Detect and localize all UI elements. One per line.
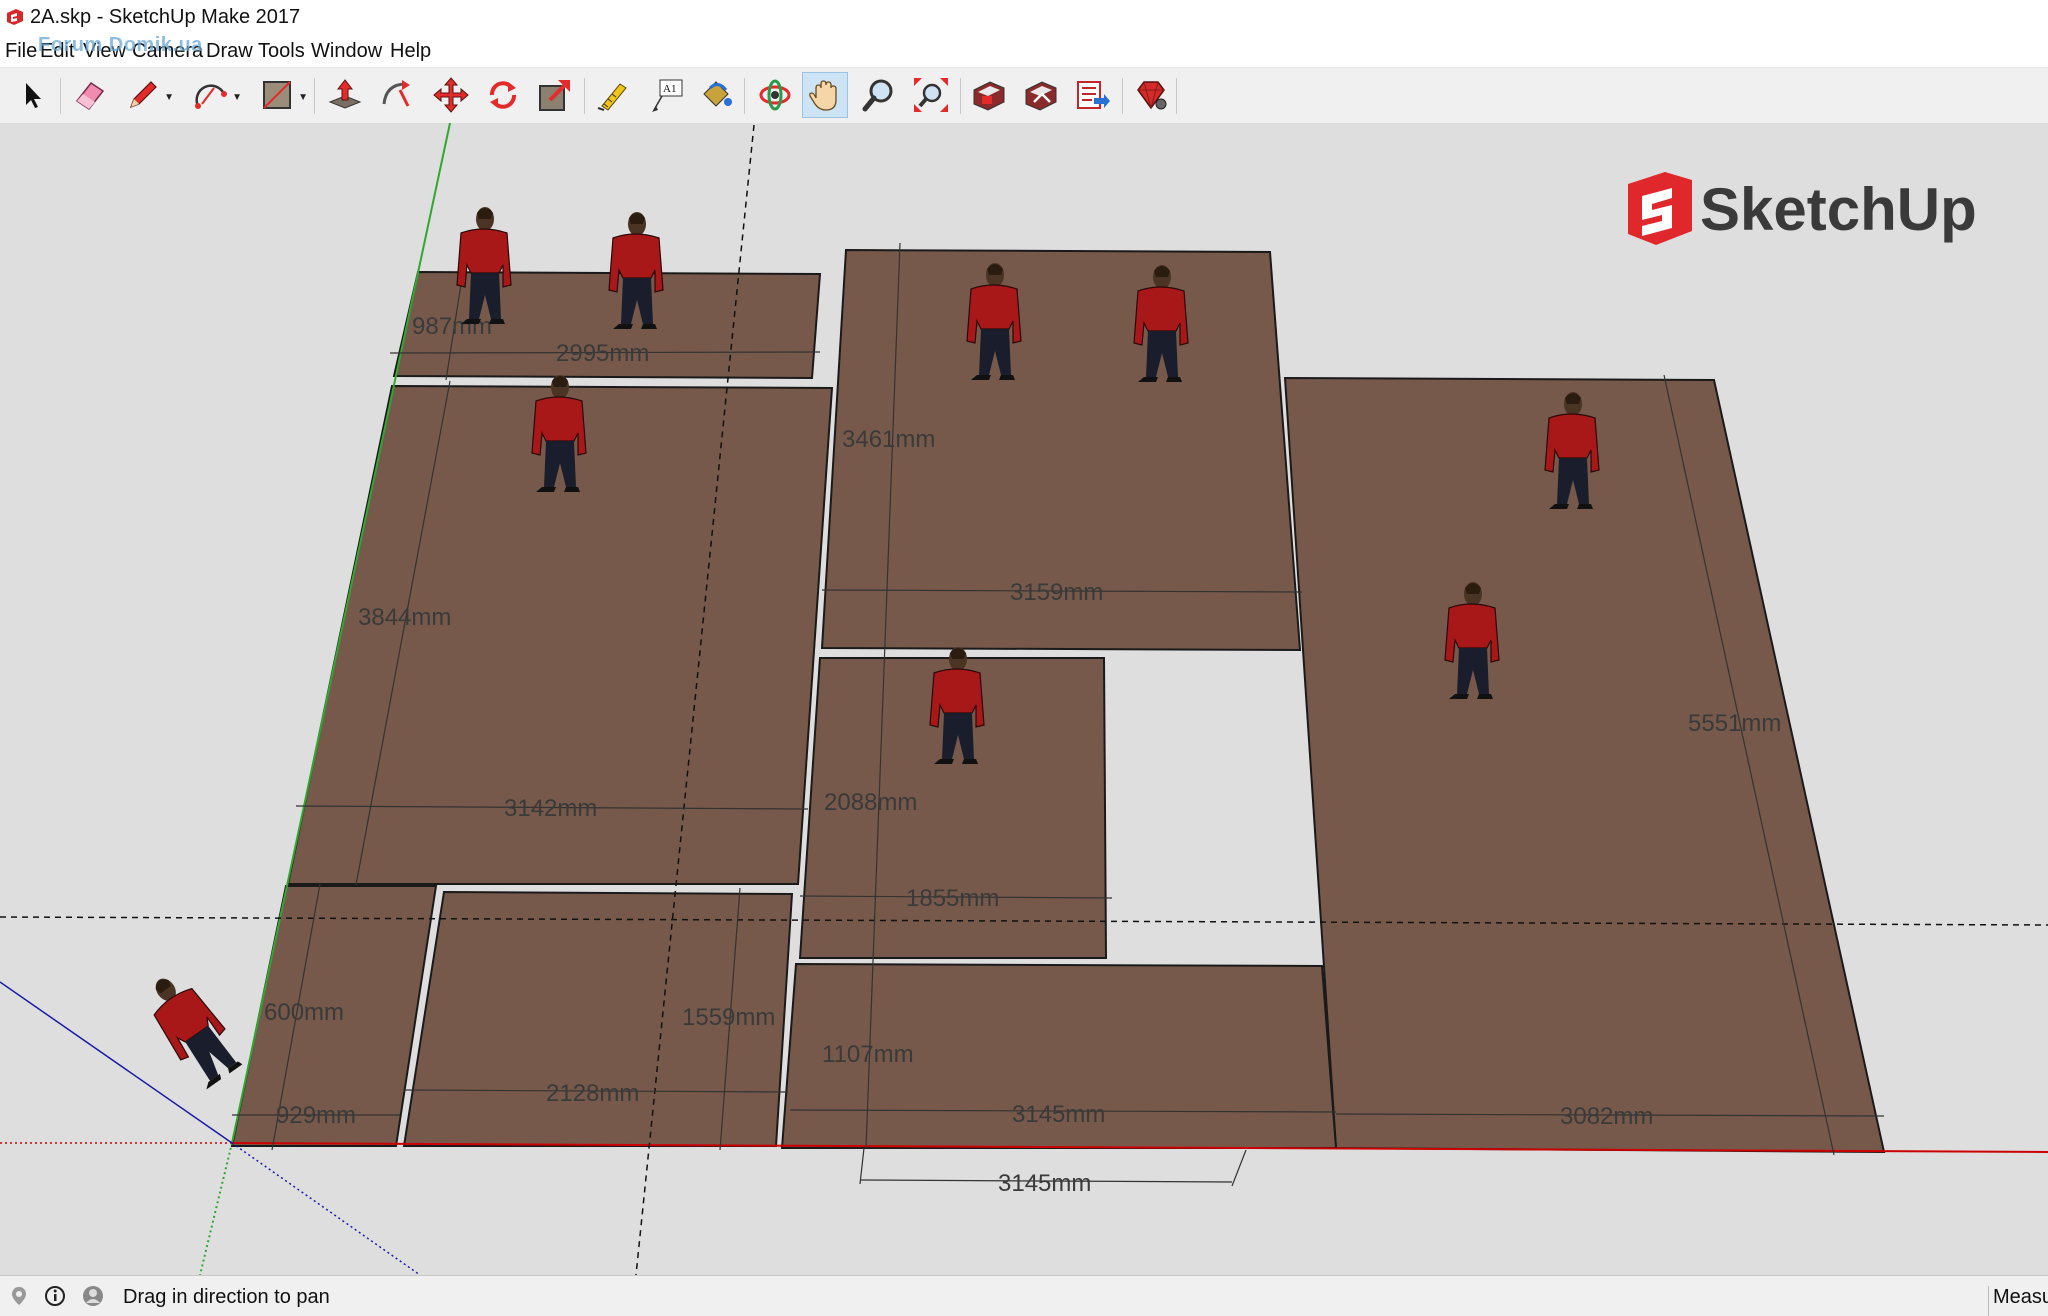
arc-tool-button[interactable]: ▼ bbox=[188, 72, 242, 118]
move-tool-button[interactable] bbox=[428, 72, 474, 118]
arc-dropdown-icon[interactable]: ▼ bbox=[232, 92, 242, 103]
measurements-box-label[interactable]: Measu bbox=[1988, 1286, 2048, 1316]
dimension-label-3844: 3844mm bbox=[358, 604, 451, 631]
pencil-icon bbox=[129, 81, 157, 109]
follow-me-icon bbox=[382, 80, 410, 107]
follow-me-tool-button[interactable] bbox=[374, 72, 420, 118]
menu-window[interactable]: Window bbox=[311, 40, 382, 63]
credits-info-icon[interactable] bbox=[44, 1285, 66, 1307]
scale-icon bbox=[539, 80, 570, 111]
layout-send-icon bbox=[1077, 81, 1110, 109]
send-to-layout-button[interactable] bbox=[1070, 72, 1116, 118]
move-icon bbox=[433, 77, 469, 113]
rectangle-dropdown-icon[interactable]: ▼ bbox=[298, 92, 308, 103]
arc-icon bbox=[195, 84, 227, 109]
scale-tool-button[interactable] bbox=[532, 72, 578, 118]
menu-tools[interactable]: Tools bbox=[258, 40, 305, 63]
user-account-icon[interactable] bbox=[82, 1285, 104, 1307]
3d-warehouse-button[interactable] bbox=[966, 72, 1012, 118]
model-scene: 987mm 2995mm 3461mm 3844mm 3159mm 3142mm… bbox=[0, 123, 2048, 1275]
ruby-gem-icon bbox=[1137, 81, 1167, 110]
dimension-label-2128: 2128mm bbox=[546, 1080, 639, 1107]
blue-axis-negative bbox=[231, 1142, 421, 1275]
geolocation-icon[interactable] bbox=[8, 1285, 30, 1307]
menu-file[interactable]: File bbox=[5, 40, 37, 63]
pencil-tool-button[interactable]: ▼ bbox=[120, 72, 174, 118]
share-model-icon bbox=[1025, 81, 1057, 111]
menu-bar: File Edit View Camera Draw Tools Window … bbox=[0, 37, 2048, 67]
push-pull-tool-button[interactable] bbox=[322, 72, 368, 118]
title-bar: 2A.skp - SketchUp Make 2017 bbox=[0, 0, 2048, 37]
magnifier-icon bbox=[862, 79, 893, 112]
pencil-dropdown-icon[interactable]: ▼ bbox=[164, 92, 174, 103]
dimension-label-3142: 3142mm bbox=[504, 795, 597, 822]
orbit-icon bbox=[759, 79, 791, 111]
status-hint-text: Drag in direction to pan bbox=[123, 1286, 330, 1308]
eraser-icon bbox=[75, 81, 105, 111]
dimension-label-3461: 3461mm bbox=[842, 426, 935, 453]
svg-text:A1: A1 bbox=[663, 83, 676, 95]
extension-warehouse-button[interactable] bbox=[1128, 72, 1174, 118]
push-pull-icon bbox=[328, 79, 362, 109]
person-figure bbox=[135, 964, 248, 1093]
eraser-tool-button[interactable] bbox=[66, 72, 112, 118]
hand-pan-icon bbox=[809, 80, 837, 111]
dimension-label-600: 600mm bbox=[264, 999, 344, 1026]
tape-measure-tool-button[interactable] bbox=[590, 72, 636, 118]
zoom-extents-tool-button[interactable] bbox=[908, 72, 954, 118]
rotate-tool-button[interactable] bbox=[480, 72, 526, 118]
dimension-label-3145-upper: 3145mm bbox=[1012, 1101, 1105, 1128]
rectangle-tool-button[interactable]: ▼ bbox=[254, 72, 308, 118]
dimension-label-929: 929mm bbox=[276, 1102, 356, 1129]
status-bar: Drag in direction to pan Measu bbox=[0, 1275, 2048, 1316]
green-axis-negative bbox=[199, 1142, 233, 1275]
sketchup-logo: SketchUp bbox=[1628, 172, 1977, 245]
dimension-label-987: 987mm bbox=[412, 313, 492, 340]
menu-draw[interactable]: Draw bbox=[206, 40, 253, 63]
text-tool-button[interactable]: A1 bbox=[644, 72, 690, 118]
dimension-label-2995: 2995mm bbox=[556, 340, 649, 367]
zoom-extents-icon bbox=[914, 78, 948, 112]
pan-tool-button[interactable] bbox=[802, 72, 848, 118]
sketchup-logo-text: SketchUp bbox=[1700, 176, 1977, 243]
arrow-cursor-icon bbox=[26, 83, 41, 108]
dimension-label-1855: 1855mm bbox=[906, 885, 999, 912]
orbit-tool-button[interactable] bbox=[752, 72, 798, 118]
sketchup-app-icon bbox=[7, 9, 23, 25]
rotate-icon bbox=[490, 81, 516, 109]
model-viewport[interactable]: 987mm 2995mm 3461mm 3844mm 3159mm 3142mm… bbox=[0, 123, 2048, 1275]
large-tool-set-toolbar: ▼ ▼ ▼ A1 bbox=[0, 67, 2048, 125]
paint-bucket-icon bbox=[703, 81, 732, 107]
forum-watermark: Forum Domik.ua bbox=[38, 34, 203, 56]
zoom-tool-button[interactable] bbox=[856, 72, 902, 118]
dimension-label-3159: 3159mm bbox=[1010, 579, 1103, 606]
dimension-label-5551: 5551mm bbox=[1688, 710, 1781, 737]
menu-help[interactable]: Help bbox=[390, 40, 431, 63]
dimension-label-3082: 3082mm bbox=[1560, 1103, 1653, 1130]
dimension-label-1107: 1107mm bbox=[822, 1041, 914, 1068]
floor-panels bbox=[230, 248, 1886, 1154]
warehouse-icon bbox=[973, 81, 1005, 111]
paint-bucket-tool-button[interactable] bbox=[692, 72, 738, 118]
text-label-icon: A1 bbox=[652, 79, 683, 112]
dimension-label-1559: 1559mm bbox=[682, 1004, 775, 1031]
rectangle-icon bbox=[263, 81, 291, 109]
select-tool-button[interactable] bbox=[10, 72, 56, 118]
window-title: 2A.skp - SketchUp Make 2017 bbox=[30, 6, 301, 28]
share-model-button[interactable] bbox=[1018, 72, 1064, 118]
tape-measure-icon bbox=[597, 83, 627, 111]
dimension-label-2088: 2088mm bbox=[824, 789, 917, 816]
dimension-label-3145-lower: 3145mm bbox=[998, 1170, 1091, 1197]
